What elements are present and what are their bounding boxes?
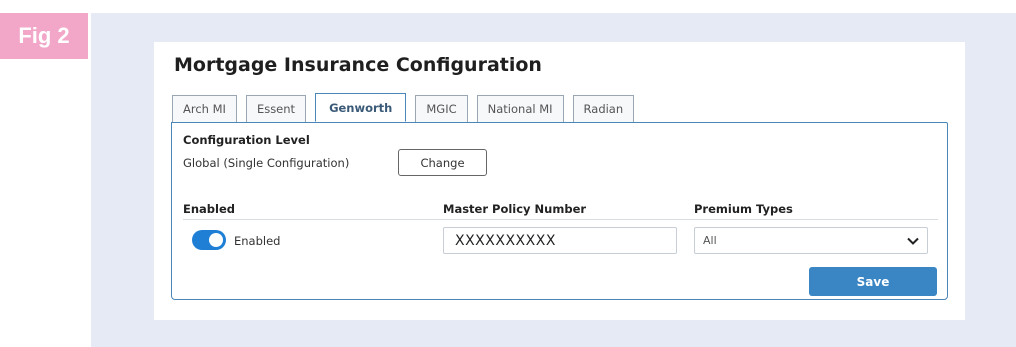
toggle-knob (209, 233, 223, 247)
config-card: Mortgage Insurance Configuration Arch MI… (154, 42, 965, 320)
configuration-level-label: Configuration Level (183, 133, 310, 147)
tab-radian[interactable]: Radian (572, 95, 635, 122)
enabled-toggle[interactable] (192, 230, 226, 250)
tab-essent[interactable]: Essent (245, 95, 307, 122)
premium-types-value: All (703, 234, 717, 247)
configuration-level-value: Global (Single Configuration) (183, 156, 350, 170)
insurer-tabs: Arch MI Essent Genworth MGIC National MI… (172, 93, 635, 122)
page-title: Mortgage Insurance Configuration (174, 54, 542, 76)
policy-column-header: Master Policy Number (443, 202, 587, 216)
premium-types-select[interactable]: All (694, 227, 928, 254)
chevron-down-icon (907, 237, 919, 245)
tab-genworth[interactable]: Genworth (315, 93, 407, 122)
tab-national-mi[interactable]: National MI (476, 95, 564, 122)
header-divider (183, 219, 938, 220)
tab-panel: Configuration Level Global (Single Confi… (171, 122, 948, 300)
save-button[interactable]: Save (809, 267, 937, 296)
premium-column-header: Premium Types (694, 202, 793, 216)
enabled-toggle-label: Enabled (234, 234, 281, 248)
enabled-column-header: Enabled (183, 202, 236, 216)
master-policy-number-input[interactable]: XXXXXXXXXX (443, 227, 677, 254)
figure-label: Fig 2 (0, 13, 88, 59)
tab-mgic[interactable]: MGIC (415, 95, 468, 122)
tab-arch-mi[interactable]: Arch MI (172, 95, 237, 122)
change-button[interactable]: Change (398, 149, 487, 176)
